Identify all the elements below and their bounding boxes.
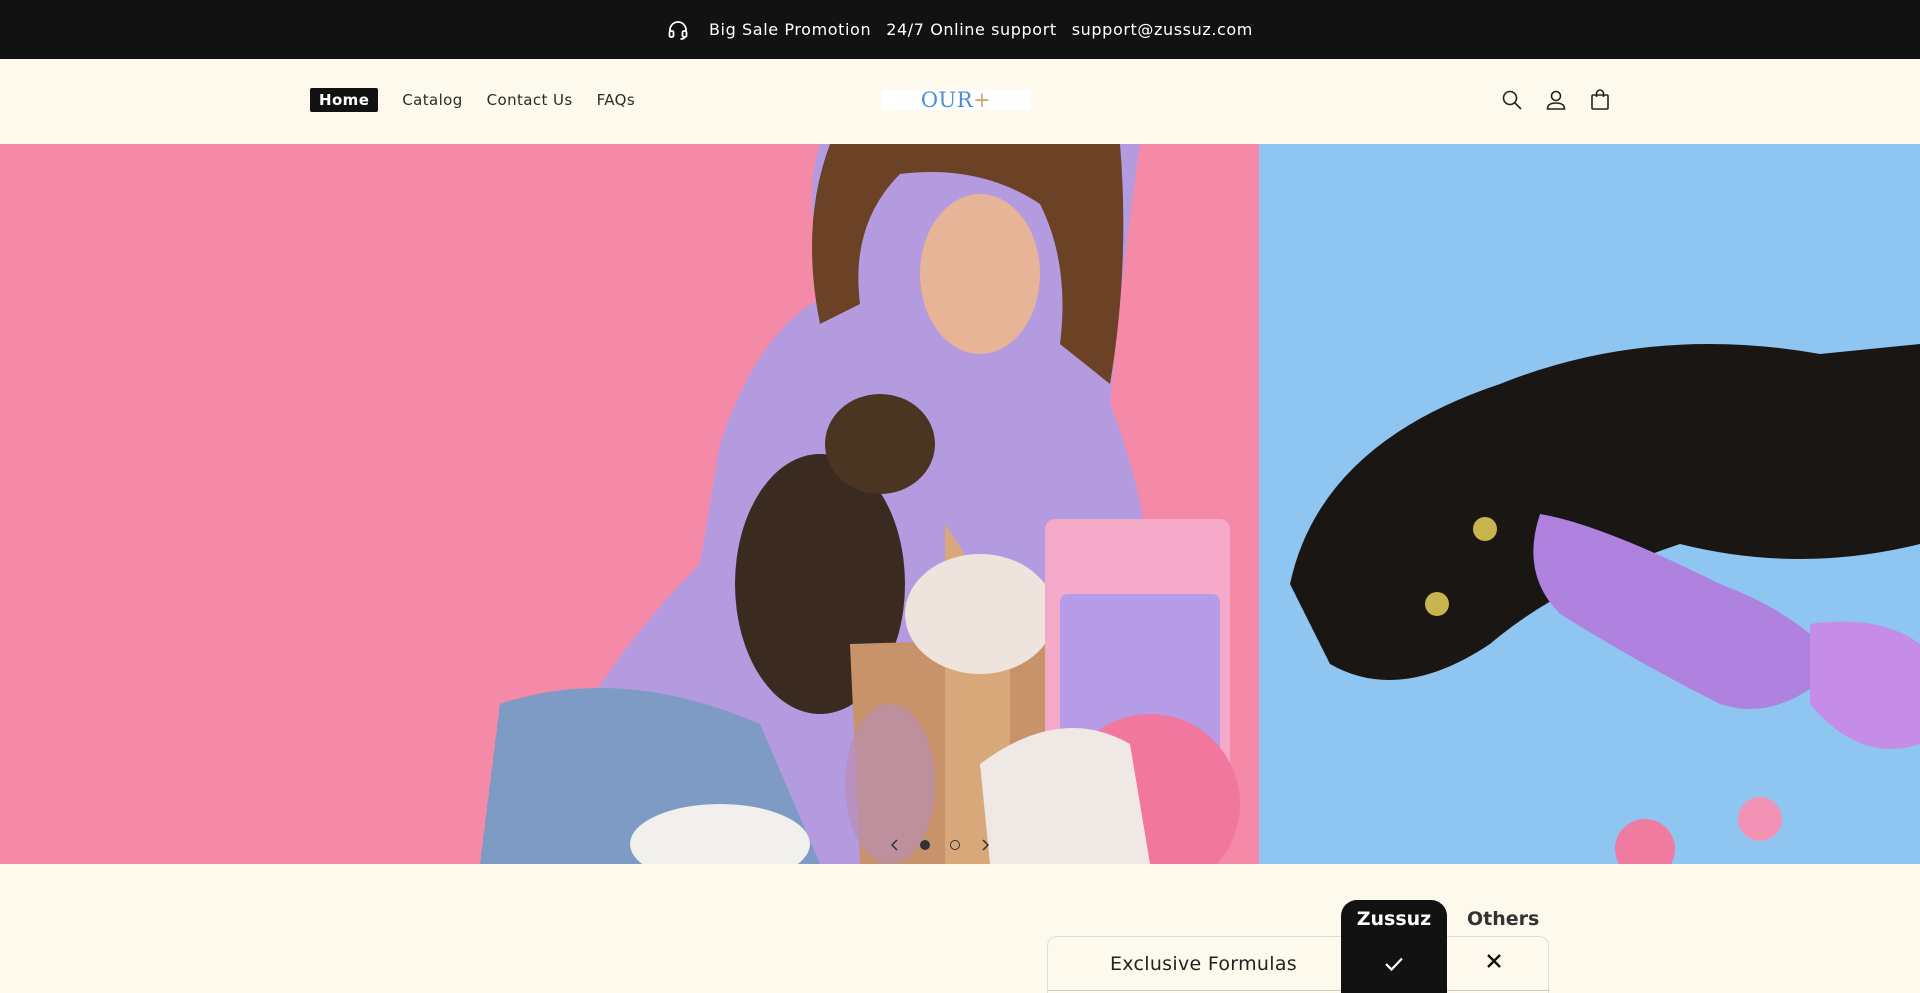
x-icon	[1486, 953, 1502, 973]
announcement-bar: Big Sale Promotion 24/7 Online support s…	[0, 0, 1920, 59]
others-column-header: Others	[1467, 908, 1540, 930]
nav-contact-us[interactable]: Contact Us	[487, 91, 573, 109]
comparison-section	[0, 864, 1920, 993]
nav-faqs[interactable]: FAQs	[597, 91, 635, 109]
headset-icon	[667, 19, 689, 41]
slider-next-button[interactable]	[970, 830, 1000, 860]
hero-illustration	[480, 144, 1920, 864]
zussuz-column: Zussuz	[1341, 900, 1447, 993]
cart-icon[interactable]	[1587, 87, 1613, 113]
hero-slider	[0, 144, 1920, 864]
nav-catalog[interactable]: Catalog	[402, 91, 462, 109]
slide-dot-2[interactable]	[950, 840, 960, 850]
logo-mark: +	[973, 88, 992, 112]
zussuz-column-header: Zussuz	[1356, 908, 1432, 930]
comparison-row: Exclusive Formulas	[1047, 936, 1550, 993]
header-actions	[1499, 87, 1613, 113]
search-icon[interactable]	[1499, 87, 1525, 113]
support-text: 24/7 Online support	[886, 20, 1057, 39]
logo-text: OUR	[920, 88, 974, 112]
nav-home[interactable]: Home	[310, 88, 379, 112]
account-icon[interactable]	[1543, 87, 1569, 113]
check-icon	[1384, 956, 1404, 976]
promo-text: Big Sale Promotion	[708, 20, 872, 39]
comparison-row-label: Exclusive Formulas	[1110, 953, 1297, 975]
support-email[interactable]: support@zussuz.com	[1072, 20, 1253, 39]
main-nav: Home Catalog Contact Us FAQs	[310, 88, 659, 112]
slider-controls	[880, 830, 1000, 860]
site-logo[interactable]: OUR+	[881, 88, 1031, 112]
site-header: Home Catalog Contact Us FAQs OUR+	[0, 59, 1920, 144]
row-divider	[1048, 990, 1550, 991]
slider-prev-button[interactable]	[880, 830, 910, 860]
slide-dot-1[interactable]	[920, 840, 930, 850]
